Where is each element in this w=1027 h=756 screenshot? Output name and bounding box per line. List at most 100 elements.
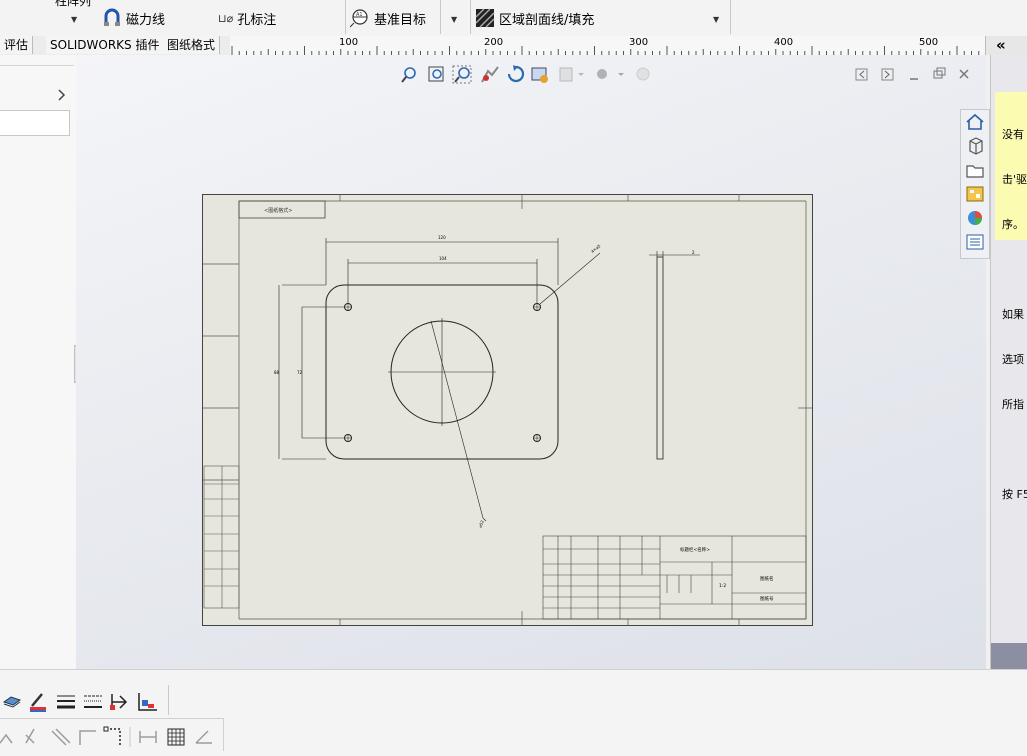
feature-manager-panel xyxy=(0,55,77,669)
ruler-mark-300: 300 xyxy=(629,37,649,48)
drawing-sheet[interactable]: <图纸格式> 120 104 88 72 4×⌀5 ⌀52 2 标题栏<名称> … xyxy=(202,194,813,626)
chevron-right-icon[interactable] xyxy=(57,88,67,102)
redraw-icon[interactable] xyxy=(531,67,548,83)
layer-icon[interactable] xyxy=(2,696,22,708)
bottom-toolbars xyxy=(0,669,1027,756)
task-pane-text: 没有 击'驱 序。 如果 选项 所指 按 F5 xyxy=(1002,97,1027,532)
chamfer-icon[interactable] xyxy=(25,728,35,744)
magnet-icon xyxy=(104,8,120,26)
hide-show-edges-icon[interactable] xyxy=(110,694,128,710)
next-sheet-icon[interactable] xyxy=(881,68,894,81)
design-library-icon[interactable] xyxy=(964,136,986,156)
datum-target-label: 基准目标 xyxy=(374,12,427,28)
linear-pattern-icon[interactable] xyxy=(139,731,157,743)
horizontal-ruler: 100 200 300 400 500 xyxy=(230,36,985,56)
zoom-to-area-icon[interactable] xyxy=(428,66,444,82)
line-style-icon[interactable] xyxy=(84,695,102,708)
color-display-icon[interactable] xyxy=(138,693,157,711)
rotate-icon[interactable] xyxy=(507,65,525,83)
tip-line: 击'驱 xyxy=(1002,173,1027,186)
double-chevron-left-icon: « xyxy=(996,36,1006,54)
datum-target-icon: A1 xyxy=(350,9,368,28)
previous-sheet-icon[interactable] xyxy=(855,68,868,81)
appearance-icon[interactable] xyxy=(636,67,650,81)
dropdown-arrow[interactable]: ▼ xyxy=(451,15,457,24)
zoom-to-fit-icon[interactable] xyxy=(401,67,416,83)
zoom-in-out-icon[interactable] xyxy=(452,65,472,84)
grid-icon[interactable] xyxy=(167,728,185,746)
ruler-mark-200: 200 xyxy=(484,37,504,48)
tip-line: 选项 xyxy=(1002,353,1024,366)
construction-line-icon[interactable] xyxy=(103,726,121,745)
panel-divider xyxy=(0,65,74,66)
panel-filter-field[interactable] xyxy=(0,110,70,136)
restore-icon[interactable] xyxy=(933,67,946,79)
pan-icon[interactable] xyxy=(481,66,499,83)
dim-top-outer: 120 xyxy=(438,235,446,240)
dim-top-inner: 104 xyxy=(439,256,447,261)
ruler-mark-100: 100 xyxy=(339,37,359,48)
heads-up-toolbar xyxy=(401,65,650,84)
custom-properties-icon[interactable] xyxy=(964,232,986,252)
dropdown-arrow[interactable]: ▼ xyxy=(713,15,719,24)
task-pane-message: 没有 击'驱 序。 如果 选项 所指 按 F5 xyxy=(995,92,1027,501)
title-block-name: 标题栏<名称> xyxy=(680,546,710,553)
dim-left-inner: 72 xyxy=(297,370,303,375)
close-icon[interactable] xyxy=(959,69,969,79)
svg-text:A1: A1 xyxy=(356,12,363,18)
hole-callout-label: 孔标注 xyxy=(237,12,277,28)
line-thickness-icon[interactable] xyxy=(57,695,75,709)
tip-line: 所指 xyxy=(1002,398,1024,411)
ruler-mark-400: 400 xyxy=(774,37,794,48)
dropdown-arrow[interactable]: ▼ xyxy=(71,15,77,24)
hole-callout-button[interactable]: ⊔⌀ 孔标注 xyxy=(218,8,276,28)
trim-icon[interactable] xyxy=(79,730,96,745)
sketch-tools xyxy=(0,726,212,747)
line-color-icon[interactable] xyxy=(30,693,46,712)
display-style-icon[interactable] xyxy=(559,67,584,82)
offset-icon[interactable] xyxy=(51,728,71,746)
tip-line xyxy=(1002,442,1027,457)
dim-left-outer: 88 xyxy=(274,370,280,375)
area-hatch-label: 区域剖面线/填充 xyxy=(499,12,595,28)
layer-toolbar xyxy=(2,693,157,712)
graphics-area[interactable]: <图纸格式> 120 104 88 72 4×⌀5 ⌀52 2 标题栏<名称> … xyxy=(76,55,986,669)
tab-sheet-format[interactable]: 图纸格式 xyxy=(163,36,221,54)
appearances-icon[interactable] xyxy=(964,208,986,228)
view-setting-icon[interactable] xyxy=(597,69,624,79)
collapse-panel-button[interactable]: « xyxy=(985,36,1027,55)
command-ribbon: 柱阵列 ▼ 磁力线 ⊔⌀ 孔标注 A1 基准目标 ▼ 区域剖面线/填充 ▼ xyxy=(0,0,1027,37)
tip-line xyxy=(1002,262,1027,277)
tip-line: 按 F5 xyxy=(1002,488,1027,501)
title-block-drawing-name: 图纸名 xyxy=(760,575,774,582)
title-block-drawing-number: 图纸号 xyxy=(760,595,774,602)
ruler-mark-500: 500 xyxy=(919,37,939,48)
ribbon-separator xyxy=(470,0,471,34)
partial-feature-label: 柱阵列 xyxy=(55,0,92,8)
tip-line: 序。 xyxy=(1002,218,1024,231)
ribbon-separator xyxy=(440,0,441,34)
home-icon[interactable] xyxy=(964,112,986,132)
sketch-toolbar xyxy=(0,718,224,751)
hole-callout-icon: ⊔⌀ xyxy=(218,11,234,25)
datum-target-button[interactable]: A1 基准目标 xyxy=(350,8,426,28)
task-pane-tabs xyxy=(960,109,990,259)
fillet-icon[interactable] xyxy=(0,733,13,744)
document-window-controls xyxy=(855,67,969,81)
ribbon-separator xyxy=(345,0,346,34)
title-block-scale: 1:2 xyxy=(719,583,726,589)
tip-line: 如果 xyxy=(1002,308,1024,321)
toolbar-separator xyxy=(168,685,169,715)
view-palette-icon[interactable] xyxy=(964,184,986,204)
angle-icon[interactable] xyxy=(195,730,212,744)
file-explorer-icon[interactable] xyxy=(964,160,986,180)
ribbon-separator xyxy=(730,0,731,34)
tab-evaluate[interactable]: 评估 xyxy=(0,36,34,54)
magnet-line-label: 磁力线 xyxy=(126,12,166,28)
command-tabs: 评估 SOLIDWORKS 插件 图纸格式 xyxy=(0,36,230,56)
magnet-line-button[interactable]: 磁力线 xyxy=(102,8,165,28)
area-hatch-button[interactable]: 区域剖面线/填充 xyxy=(475,8,594,28)
tip-line: 没有 xyxy=(1002,128,1024,141)
tab-solidworks-addins[interactable]: SOLIDWORKS 插件 xyxy=(46,36,165,54)
area-hatch-icon xyxy=(475,8,495,28)
